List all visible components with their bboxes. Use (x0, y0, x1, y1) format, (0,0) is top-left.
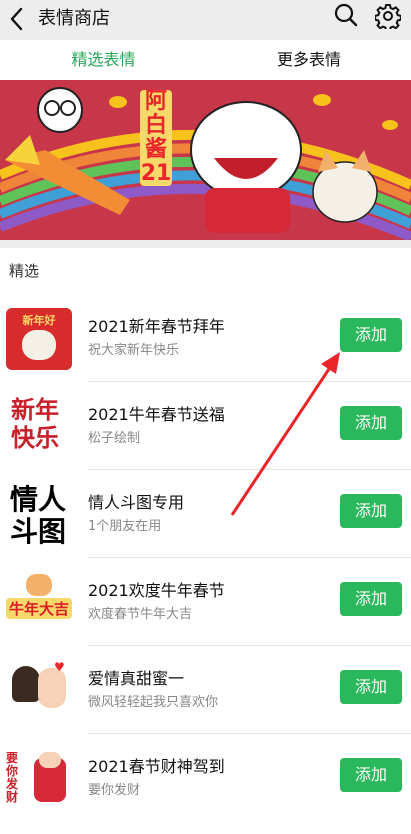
annotation-arrow (230, 352, 340, 516)
